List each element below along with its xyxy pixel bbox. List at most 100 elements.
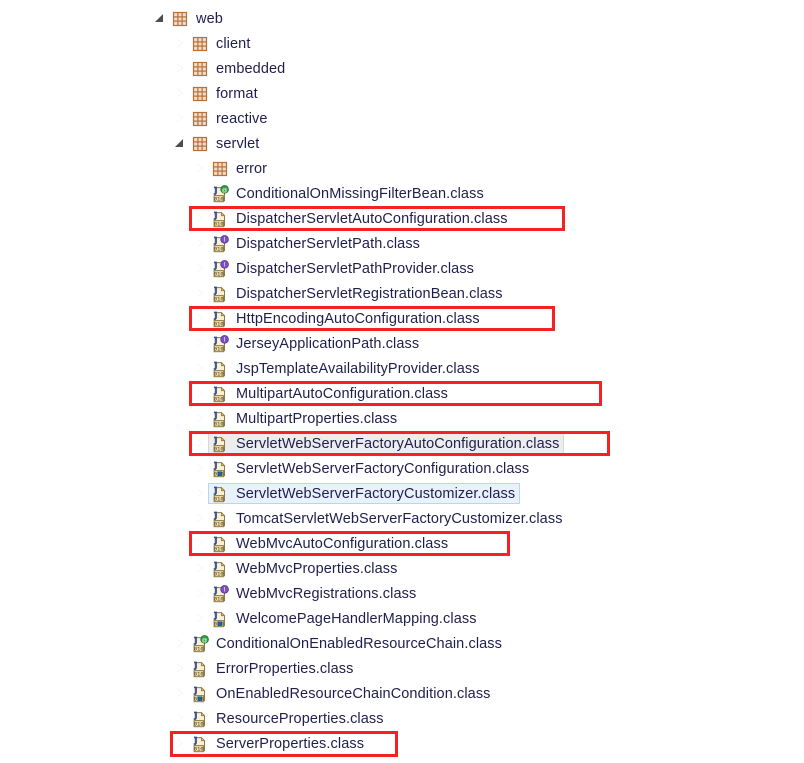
tree-row-content[interactable]: 010 WebMvcAutoConfiguration.class (208, 533, 453, 554)
tree-row[interactable]: servlet (0, 131, 804, 156)
tree-row[interactable]: 010 HttpEncodingAutoConfiguration.class (0, 306, 804, 331)
tree-row[interactable]: client (0, 31, 804, 56)
tree-row-content[interactable]: 010 I JerseyApplicationPath.class (208, 333, 424, 354)
chevron-right-icon[interactable] (192, 531, 208, 556)
chevron-right-icon[interactable] (192, 581, 208, 606)
tree-row-content[interactable]: servlet (188, 133, 264, 154)
tree-row[interactable]: 010 ErrorProperties.class (0, 656, 804, 681)
tree-row-content[interactable]: reactive (188, 108, 273, 129)
tree-row[interactable]: 010 WelcomePageHandlerMapping.class (0, 606, 804, 631)
chevron-right-icon[interactable] (192, 181, 208, 206)
chevron-right-icon[interactable] (172, 56, 188, 81)
tree-row[interactable]: 010 WebMvcAutoConfiguration.class (0, 531, 804, 556)
tree-row-label: ServletWebServerFactoryCustomizer.class (236, 485, 516, 502)
chevron-right-icon[interactable] (192, 506, 208, 531)
svg-text:010: 010 (194, 646, 204, 652)
chevron-right-icon[interactable] (192, 481, 208, 506)
chevron-right-icon[interactable] (192, 156, 208, 181)
package-icon (191, 85, 209, 103)
chevron-right-icon[interactable] (172, 631, 188, 656)
chevron-down-icon[interactable] (172, 131, 188, 156)
tree-row[interactable]: format (0, 81, 804, 106)
tree-row-content[interactable]: format (188, 83, 263, 104)
tree-row[interactable]: 010 WebMvcProperties.class (0, 556, 804, 581)
chevron-right-icon[interactable] (172, 106, 188, 131)
tree-row-content[interactable]: 010 ServletWebServerFactoryAutoConfigura… (208, 433, 565, 454)
java-class-icon: 010 (211, 310, 229, 328)
chevron-right-icon[interactable] (192, 306, 208, 331)
tree-row-content[interactable]: 010 ServletWebServerFactoryConfiguration… (208, 458, 534, 479)
tree-row[interactable]: 010 ServletWebServerFactoryAutoConfigura… (0, 431, 804, 456)
tree-row[interactable]: 010 ResourceProperties.class (0, 706, 804, 731)
tree-row[interactable]: 010 DispatcherServletAutoConfiguration.c… (0, 206, 804, 231)
tree-row-content[interactable]: 010 OnEnabledResourceChainCondition.clas… (188, 683, 496, 704)
tree-row[interactable]: 010 DispatcherServletRegistrationBean.cl… (0, 281, 804, 306)
chevron-right-icon[interactable] (172, 81, 188, 106)
tree-row-content[interactable]: 010 ServerProperties.class (188, 733, 369, 754)
chevron-right-icon[interactable] (192, 456, 208, 481)
java-class-icon: 010 (191, 735, 209, 753)
chevron-right-icon[interactable] (192, 356, 208, 381)
package-explorer-tree[interactable]: web client embedded format reactive serv… (0, 0, 804, 763)
tree-row[interactable]: 010 ServletWebServerFactoryConfiguration… (0, 456, 804, 481)
tree-row[interactable]: 010 I DispatcherServletPathProvider.clas… (0, 256, 804, 281)
chevron-right-icon[interactable] (192, 256, 208, 281)
package-icon (191, 60, 209, 78)
tree-row-content[interactable]: 010 I WebMvcRegistrations.class (208, 583, 421, 604)
tree-row-content[interactable]: error (208, 158, 272, 179)
chevron-right-icon[interactable] (172, 681, 188, 706)
chevron-right-icon[interactable] (172, 31, 188, 56)
tree-row-label: ConditionalOnMissingFilterBean.class (236, 185, 484, 202)
tree-row[interactable]: reactive (0, 106, 804, 131)
chevron-right-icon[interactable] (172, 656, 188, 681)
tree-row-content[interactable]: 010 JspTemplateAvailabilityProvider.clas… (208, 358, 485, 379)
chevron-right-icon[interactable] (192, 381, 208, 406)
tree-row[interactable]: 010 MultipartAutoConfiguration.class (0, 381, 804, 406)
tree-row-content[interactable]: 010 WebMvcProperties.class (208, 558, 402, 579)
chevron-right-icon[interactable] (192, 556, 208, 581)
svg-text:010: 010 (214, 321, 224, 327)
tree-row-content[interactable]: 010 MultipartProperties.class (208, 408, 402, 429)
tree-row[interactable]: web (0, 6, 804, 31)
tree-row[interactable]: 010 OnEnabledResourceChainCondition.clas… (0, 681, 804, 706)
chevron-right-icon[interactable] (192, 231, 208, 256)
tree-row-content[interactable]: 010 I DispatcherServletPathProvider.clas… (208, 258, 479, 279)
chevron-right-icon[interactable] (172, 706, 188, 731)
chevron-right-icon[interactable] (172, 731, 188, 756)
tree-row-content[interactable]: 010 @ ConditionalOnEnabledResourceChain.… (188, 633, 507, 654)
tree-row-content[interactable]: 010 TomcatServletWebServerFactoryCustomi… (208, 508, 568, 529)
tree-row[interactable]: 010 I JerseyApplicationPath.class (0, 331, 804, 356)
chevron-right-icon[interactable] (192, 206, 208, 231)
tree-row-content[interactable]: 010 DispatcherServletAutoConfiguration.c… (208, 208, 513, 229)
tree-row-content[interactable]: 010 ServletWebServerFactoryCustomizer.cl… (208, 483, 521, 504)
tree-row[interactable]: 010 I WebMvcRegistrations.class (0, 581, 804, 606)
tree-row-content[interactable]: 010 MultipartAutoConfiguration.class (208, 383, 453, 404)
tree-row-content[interactable]: 010 DispatcherServletRegistrationBean.cl… (208, 283, 508, 304)
tree-row-content[interactable]: web (168, 8, 228, 29)
tree-row[interactable]: 010 I DispatcherServletPath.class (0, 231, 804, 256)
tree-row[interactable]: 010 TomcatServletWebServerFactoryCustomi… (0, 506, 804, 531)
tree-row[interactable]: 010 JspTemplateAvailabilityProvider.clas… (0, 356, 804, 381)
chevron-right-icon[interactable] (192, 406, 208, 431)
tree-row-content[interactable]: 010 @ ConditionalOnMissingFilterBean.cla… (208, 183, 489, 204)
tree-row-content[interactable]: 010 HttpEncodingAutoConfiguration.class (208, 308, 485, 329)
chevron-right-icon[interactable] (192, 281, 208, 306)
tree-row-content[interactable]: 010 I DispatcherServletPath.class (208, 233, 425, 254)
tree-row-content[interactable]: 010 WelcomePageHandlerMapping.class (208, 608, 482, 629)
chevron-right-icon[interactable] (192, 331, 208, 356)
tree-row-content[interactable]: 010 ErrorProperties.class (188, 658, 358, 679)
chevron-right-icon[interactable] (192, 431, 208, 456)
tree-row[interactable]: 010 ServerProperties.class (0, 731, 804, 756)
chevron-right-icon[interactable] (192, 606, 208, 631)
tree-row[interactable]: 010 ServletWebServerFactoryCustomizer.cl… (0, 481, 804, 506)
tree-row[interactable]: 010 @ ConditionalOnMissingFilterBean.cla… (0, 181, 804, 206)
tree-row[interactable]: 010 @ ConditionalOnEnabledResourceChain.… (0, 631, 804, 656)
tree-row-content[interactable]: 010 ResourceProperties.class (188, 708, 389, 729)
tree-row[interactable]: error (0, 156, 804, 181)
tree-row[interactable]: 010 MultipartProperties.class (0, 406, 804, 431)
tree-row-content[interactable]: client (188, 33, 255, 54)
tree-row-content[interactable]: embedded (188, 58, 290, 79)
tree-row[interactable]: embedded (0, 56, 804, 81)
svg-text:010: 010 (214, 371, 224, 377)
chevron-down-icon[interactable] (152, 6, 168, 31)
